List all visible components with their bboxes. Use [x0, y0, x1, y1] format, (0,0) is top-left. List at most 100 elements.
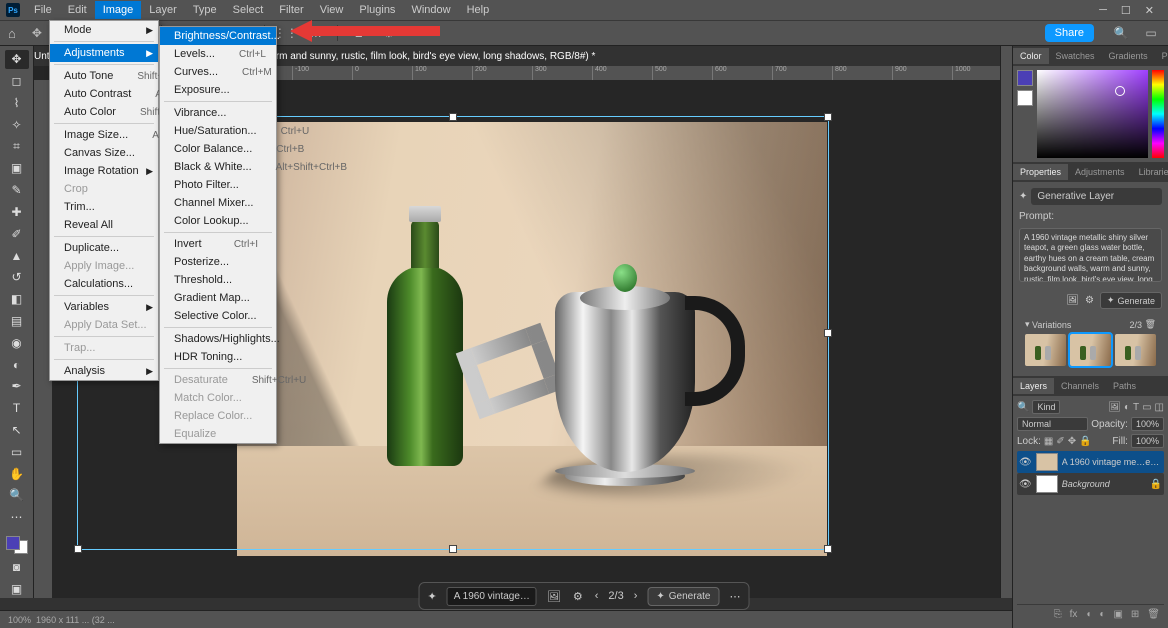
menu-item[interactable]: HDR Toning... — [160, 348, 276, 366]
handle-tm[interactable] — [449, 113, 457, 121]
menu-item[interactable]: Variables▶ — [50, 298, 158, 316]
tab-properties[interactable]: Properties — [1013, 164, 1068, 180]
menu-item[interactable]: Shadows/Highlights... — [160, 330, 276, 348]
menu-item[interactable]: Image Size...Alt+Ctrl+I — [50, 126, 158, 144]
color-swatch[interactable] — [6, 536, 28, 555]
tab-channels[interactable]: Channels — [1054, 378, 1106, 394]
menu-item[interactable]: Trim... — [50, 198, 158, 216]
workspace-icon[interactable]: ▭ — [1142, 24, 1160, 42]
menu-item[interactable]: Canvas Size...Alt+Ctrl+C — [50, 144, 158, 162]
type-tool[interactable]: T — [5, 399, 29, 418]
gear-icon[interactable]: ⚙ — [380, 24, 398, 42]
menu-filter[interactable]: Filter — [271, 1, 311, 19]
wand-tool[interactable]: ✧ — [5, 115, 29, 134]
filter-img-icon[interactable]: 🖼 — [1108, 402, 1121, 413]
gear-icon[interactable]: ⚙ — [1085, 295, 1094, 306]
layer-row[interactable]: 👁A 1960 vintage me…ew, long shadows — [1017, 451, 1164, 473]
filter-shape-icon[interactable]: ▭ — [1142, 402, 1151, 413]
variation-thumb-3[interactable] — [1115, 334, 1156, 366]
search-icon[interactable]: 🔍 — [1112, 24, 1130, 42]
brush-tool[interactable]: ✐ — [5, 224, 29, 243]
close-icon[interactable]: ✕ — [1145, 4, 1154, 17]
lock-pos-icon[interactable]: ✥ — [1068, 436, 1076, 447]
move-tool[interactable]: ✥ — [5, 50, 29, 69]
tab-adjustments[interactable]: Adjustments — [1068, 164, 1132, 180]
shape-tool[interactable]: ▭ — [5, 442, 29, 461]
image-icon[interactable]: 🖼 — [545, 590, 563, 603]
lock-trans-icon[interactable]: ▦ — [1044, 436, 1053, 447]
prompt-field[interactable]: A 1960 vintage… — [447, 587, 537, 606]
move-tool-label-icon[interactable]: ✥ — [28, 24, 46, 42]
layer-filter-kind[interactable]: Kind — [1032, 400, 1060, 414]
prev-icon[interactable]: ‹ — [593, 590, 601, 602]
tab-swatches[interactable]: Swatches — [1049, 48, 1102, 64]
lasso-tool[interactable]: ⌇ — [5, 94, 29, 113]
variation-thumb-2[interactable] — [1070, 334, 1111, 366]
lock-paint-icon[interactable]: ✐ — [1056, 436, 1064, 447]
menu-plugins[interactable]: Plugins — [351, 1, 403, 19]
path-tool[interactable]: ↖ — [5, 421, 29, 440]
menu-help[interactable]: Help — [459, 1, 498, 19]
fx-icon[interactable]: fx — [1070, 609, 1078, 620]
menu-item[interactable]: Threshold... — [160, 271, 276, 289]
menu-item[interactable]: Auto ContrastAlt+Shift+Ctrl+L — [50, 85, 158, 103]
marquee-tool[interactable]: ◻ — [5, 72, 29, 91]
menu-item[interactable]: Auto ColorShift+Ctrl+B — [50, 103, 158, 121]
menu-type[interactable]: Type — [185, 1, 225, 19]
stamp-tool[interactable]: ▲ — [5, 246, 29, 265]
fill-value[interactable]: 100% — [1131, 434, 1164, 448]
home-icon[interactable]: ⌂ — [8, 26, 16, 41]
menu-item[interactable]: Hue/Saturation...Ctrl+U — [160, 122, 276, 140]
menu-item[interactable]: Exposure... — [160, 81, 276, 99]
handle-tr[interactable] — [824, 113, 832, 121]
trash-icon[interactable]: 🗑 — [1147, 609, 1160, 620]
menu-item[interactable]: Mode▶ — [50, 21, 158, 39]
menu-item[interactable]: Reveal All — [50, 216, 158, 234]
hand-tool[interactable]: ✋ — [5, 464, 29, 483]
eraser-tool[interactable]: ◧ — [5, 290, 29, 309]
screenmode-tool[interactable]: ▣ — [5, 579, 29, 598]
menu-edit[interactable]: Edit — [60, 1, 95, 19]
more-icon[interactable]: … — [307, 24, 325, 42]
menu-item[interactable]: Black & White...Alt+Shift+Ctrl+B — [160, 158, 276, 176]
menu-select[interactable]: Select — [225, 1, 272, 19]
blur-tool[interactable]: ◉ — [5, 333, 29, 352]
3d-icon[interactable]: ⧈ — [350, 24, 368, 42]
handle-bm[interactable] — [449, 545, 457, 553]
menu-item[interactable]: Color Lookup... — [160, 212, 276, 230]
adj-icon[interactable]: ◐ — [1099, 609, 1105, 620]
tab-layers[interactable]: Layers — [1013, 378, 1054, 394]
layer-name[interactable]: Background — [1062, 479, 1146, 489]
generate-button[interactable]: ✦Generate — [1100, 292, 1162, 309]
menu-layer[interactable]: Layer — [141, 1, 185, 19]
history-brush-tool[interactable]: ↺ — [5, 268, 29, 287]
minimize-icon[interactable]: ─ — [1099, 4, 1107, 17]
filter-type-icon[interactable]: T — [1133, 402, 1139, 413]
zoom-tool[interactable]: 🔍 — [5, 486, 29, 505]
link-icon[interactable]: ⎘ — [1054, 609, 1062, 620]
collapsed-panel-strip[interactable] — [1000, 46, 1012, 598]
dodge-tool[interactable]: ◐ — [5, 355, 29, 374]
menu-item[interactable]: Photo Filter... — [160, 176, 276, 194]
menu-item[interactable]: Calculations... — [50, 275, 158, 293]
visibility-icon[interactable]: 👁 — [1019, 479, 1032, 490]
crop-tool[interactable]: ⌗ — [5, 137, 29, 156]
next-icon[interactable]: › — [632, 590, 640, 602]
trash-icon[interactable]: 🗑 — [1145, 319, 1156, 330]
menu-item[interactable]: Curves...Ctrl+M — [160, 63, 276, 81]
blend-mode[interactable]: Normal — [1017, 417, 1088, 431]
handle-br[interactable] — [824, 545, 832, 553]
menu-item[interactable]: Posterize... — [160, 253, 276, 271]
heal-tool[interactable]: ✚ — [5, 203, 29, 222]
menu-image[interactable]: Image — [95, 1, 142, 19]
frame-tool[interactable]: ▣ — [5, 159, 29, 178]
thumb-icon[interactable]: 🖼 — [1066, 295, 1079, 306]
more-icon[interactable]: ⋯ — [727, 590, 742, 603]
variation-thumb-1[interactable] — [1025, 334, 1066, 366]
menu-file[interactable]: File — [26, 1, 60, 19]
handle-bl[interactable] — [74, 545, 82, 553]
restore-icon[interactable]: ☐ — [1121, 4, 1131, 17]
mask-icon[interactable]: ◖ — [1085, 609, 1091, 620]
layer-name[interactable]: A 1960 vintage me…ew, long shadows — [1062, 457, 1162, 467]
opacity-value[interactable]: 100% — [1131, 417, 1164, 431]
